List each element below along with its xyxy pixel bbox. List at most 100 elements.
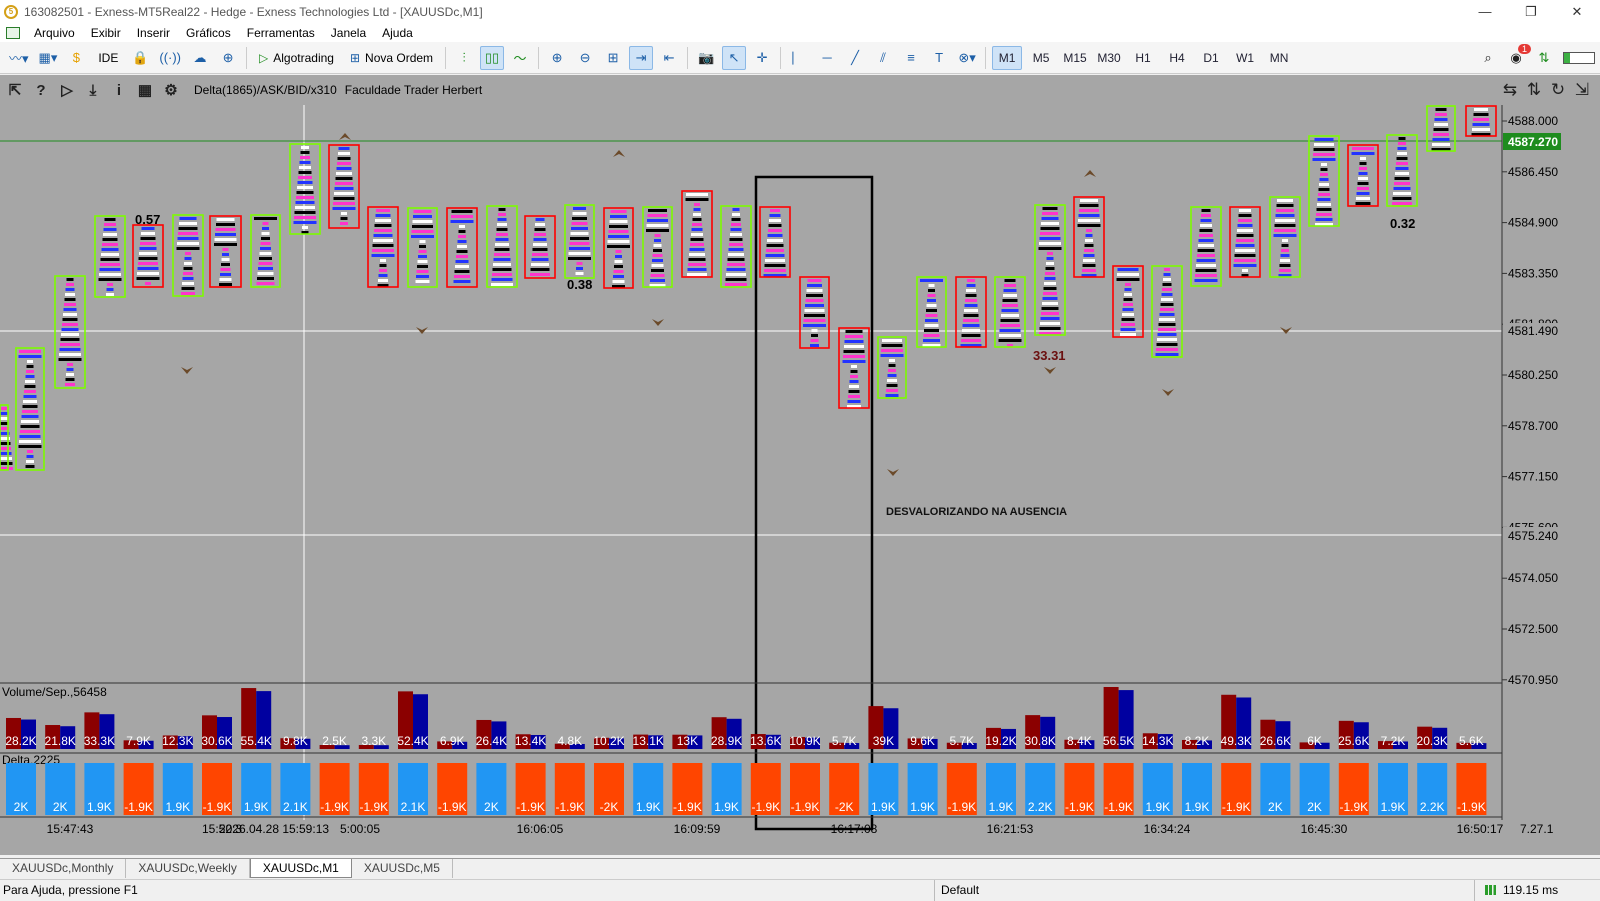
expand-icon[interactable]: ⇱ xyxy=(4,79,26,101)
timeframe-m1[interactable]: M1 xyxy=(992,45,1023,70)
crosshair-icon[interactable]: ✛ xyxy=(750,46,774,70)
footprint-bar xyxy=(534,233,546,236)
channel-icon[interactable]: ⫽ xyxy=(871,46,895,70)
footprint-bar xyxy=(66,373,74,376)
footprint-bar xyxy=(1321,163,1327,166)
footprint-bar xyxy=(533,238,547,241)
footprint-bar xyxy=(458,235,466,238)
footprint-bar xyxy=(493,258,511,261)
bar-chart-icon[interactable]: ⫶ xyxy=(452,46,476,70)
timeframe-w1[interactable]: W1 xyxy=(1230,46,1260,70)
footprint-bar xyxy=(850,375,858,378)
menu-ferramentas[interactable]: Ferramentas xyxy=(239,26,323,40)
menu-janela[interactable]: Janela xyxy=(323,26,374,40)
footprint-bar xyxy=(300,151,310,154)
footprint-bar xyxy=(1046,262,1054,265)
chart-window[interactable]: 4588.0004586.4504584.9004583.3504581.800… xyxy=(0,75,1600,855)
footprint-bar xyxy=(1120,328,1136,331)
horizontal-line-icon[interactable]: ─ xyxy=(815,46,839,70)
menu-exibir[interactable]: Exibir xyxy=(83,26,129,40)
trendline-icon[interactable]: ╱ xyxy=(843,46,867,70)
timeframe-m5[interactable]: M5 xyxy=(1026,46,1056,70)
download-icon[interactable]: ⤓ xyxy=(82,79,104,101)
close-button[interactable]: ✕ xyxy=(1554,0,1600,23)
menu-arquivo[interactable]: Arquivo xyxy=(26,26,83,40)
autoscroll-icon[interactable]: ⇥ xyxy=(629,45,654,70)
templates-icon[interactable]: ▦▾ xyxy=(36,46,61,70)
vps-icon[interactable]: ⊕ xyxy=(216,46,240,70)
search-icon[interactable]: ⌕ xyxy=(1476,46,1500,70)
tab-xauusdc-weekly[interactable]: XAUUSDc,Weekly xyxy=(126,859,250,878)
footprint-bar xyxy=(963,319,979,322)
algotrading-button[interactable]: ▷ Algotrading xyxy=(253,46,340,70)
shapes-icon[interactable]: ⊗▾ xyxy=(955,46,979,70)
new-order-button[interactable]: ⊞ Nova Ordem xyxy=(344,46,439,70)
fibonacci-icon[interactable]: ≡ xyxy=(899,46,923,70)
info-icon[interactable]: i xyxy=(108,79,130,101)
zoom-out-icon[interactable]: ⊖ xyxy=(573,46,597,70)
footprint-bar xyxy=(261,237,270,240)
footprint-bar xyxy=(568,252,591,255)
restore-button[interactable]: ❐ xyxy=(1508,0,1554,23)
footprint-bar xyxy=(727,258,745,261)
footprint-bar xyxy=(493,263,511,266)
settings-icon[interactable]: ⚙ xyxy=(160,79,182,101)
down-arrow-icon xyxy=(1044,367,1056,374)
cursor-icon[interactable]: ↖ xyxy=(722,45,747,70)
text-icon[interactable]: T xyxy=(927,46,951,70)
candlestick-icon[interactable]: ▯▯ xyxy=(480,45,505,70)
tab-xauusdc-m1[interactable]: XAUUSDc,M1 xyxy=(249,859,352,878)
screenshot-icon[interactable]: 📷 xyxy=(694,46,718,70)
deposit-icon[interactable]: $ xyxy=(64,46,88,70)
play-icon[interactable]: ▷ xyxy=(56,79,78,101)
ide-button[interactable]: IDE xyxy=(92,46,124,70)
lock-icon[interactable]: 🔒 xyxy=(128,46,152,70)
tab-xauusdc-monthly[interactable]: XAUUSDc,Monthly xyxy=(0,859,127,878)
footprint-bar xyxy=(851,365,857,368)
vertical-line-icon[interactable]: ⎸ xyxy=(787,46,811,70)
connection-icon[interactable]: ⇅ xyxy=(1532,46,1556,70)
status-profile[interactable]: Default xyxy=(935,879,1475,901)
scroll-vertical-icon[interactable]: ⇅ xyxy=(1522,79,1546,101)
footprint-bar xyxy=(1314,138,1334,141)
footprint-bar xyxy=(1163,278,1171,281)
footprint-bar xyxy=(102,238,118,241)
timeframe-mn[interactable]: MN xyxy=(1264,46,1294,70)
minimize-button[interactable]: — xyxy=(1462,0,1508,23)
timeframe-d1[interactable]: D1 xyxy=(1196,46,1226,70)
chart-canvas[interactable]: 4588.0004586.4504584.9004583.3504581.800… xyxy=(0,75,1600,855)
chart-window-icon[interactable] xyxy=(6,26,20,39)
indicator-window-icon[interactable]: ▦ xyxy=(134,79,156,101)
tile-windows-icon[interactable]: ⊞ xyxy=(601,46,625,70)
footprint-bar xyxy=(259,257,272,260)
delta-label: 2K xyxy=(1268,800,1283,814)
help-icon[interactable]: ? xyxy=(30,79,52,101)
footprint-bar xyxy=(964,304,978,307)
crosshair-price-label: 4581.490 xyxy=(1508,324,1558,338)
footprint-bar xyxy=(298,171,312,174)
cloud-icon[interactable]: ☁ xyxy=(188,46,212,70)
footprint-bar xyxy=(418,250,427,253)
footprint-bar xyxy=(495,243,509,246)
footprint-bar xyxy=(101,248,119,251)
refresh-icon[interactable]: ↻ xyxy=(1546,79,1570,101)
volume-label: 7.9K xyxy=(126,734,151,748)
shrink-icon[interactable]: ⇲ xyxy=(1570,79,1594,101)
footprint-bar xyxy=(1397,152,1407,155)
notifications-icon[interactable]: ◉ 1 xyxy=(1504,43,1531,70)
line-chart-icon[interactable]: 〜 xyxy=(508,46,532,70)
timeframe-m30[interactable]: M30 xyxy=(1094,46,1124,70)
timeframe-m15[interactable]: M15 xyxy=(1060,46,1090,70)
footprint-bar xyxy=(458,230,466,233)
zoom-in-icon[interactable]: ⊕ xyxy=(545,46,569,70)
menu-inserir[interactable]: Inserir xyxy=(129,26,178,40)
timeframe-h4[interactable]: H4 xyxy=(1162,46,1192,70)
tab-xauusdc-m5[interactable]: XAUUSDc,M5 xyxy=(352,859,453,878)
menu-graficos[interactable]: Gráficos xyxy=(178,26,239,40)
signals-icon[interactable]: ((·)) xyxy=(156,46,184,70)
timeframe-h1[interactable]: H1 xyxy=(1128,46,1158,70)
scroll-horizontal-icon[interactable]: ⇆ xyxy=(1498,79,1522,101)
chart-shift-icon[interactable]: ⇤ xyxy=(657,46,681,70)
chart-type-icon[interactable]: 〰▾ xyxy=(6,46,32,70)
menu-ajuda[interactable]: Ajuda xyxy=(374,26,421,40)
